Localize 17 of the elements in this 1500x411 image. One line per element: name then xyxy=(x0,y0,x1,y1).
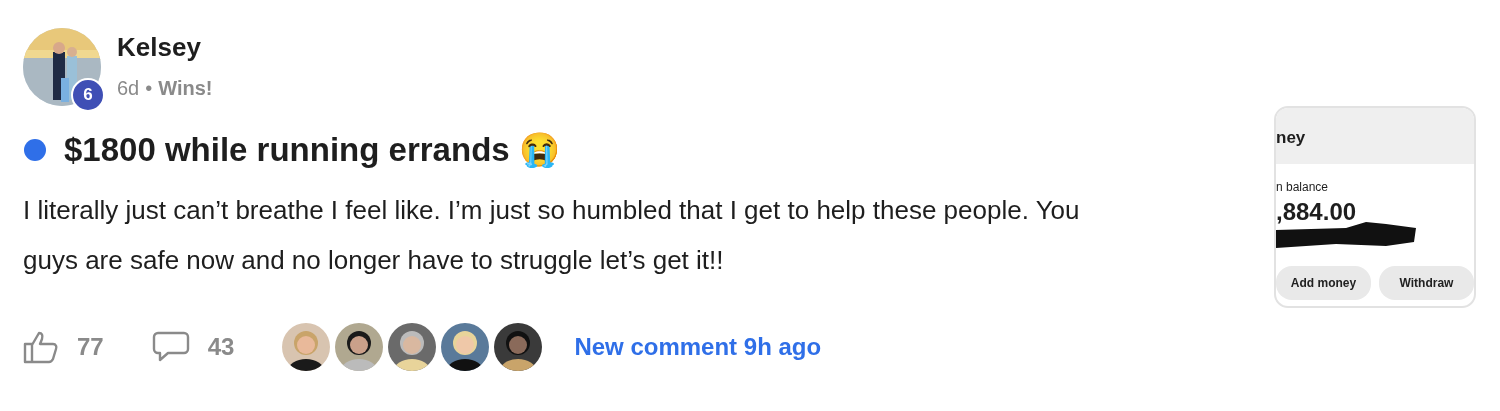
separator-dot: • xyxy=(145,77,153,100)
thumbs-up-icon[interactable] xyxy=(23,330,59,364)
balance-label: n balance xyxy=(1276,180,1330,194)
new-comment-link[interactable]: New comment 9h ago xyxy=(574,333,822,361)
add-money-button[interactable]: Add money xyxy=(1276,266,1371,300)
level-badge: 6 xyxy=(71,78,105,112)
app-header: ney xyxy=(1276,108,1474,164)
author-name: Kelsey xyxy=(117,32,202,63)
post-body: I literally just can’t breathe I feel like. I’m just so humbled that I get to help these people. You guys are safe now and no longer have to struggle let’s get it!! xyxy=(23,194,1081,277)
like-count: 77 xyxy=(77,333,104,361)
comment-count: 43 xyxy=(207,333,235,361)
post-title[interactable]: $1800 while running errands 😭 xyxy=(64,130,560,169)
balance-amount: ,884.00 xyxy=(1276,198,1358,226)
withdraw-button[interactable]: Withdraw xyxy=(1379,266,1474,300)
comment-icon[interactable] xyxy=(151,331,190,363)
post-age: 6d xyxy=(117,77,140,100)
screenshot-thumbnail[interactable]: ney n balance ,884.00 Add money Withdraw xyxy=(1274,106,1476,308)
